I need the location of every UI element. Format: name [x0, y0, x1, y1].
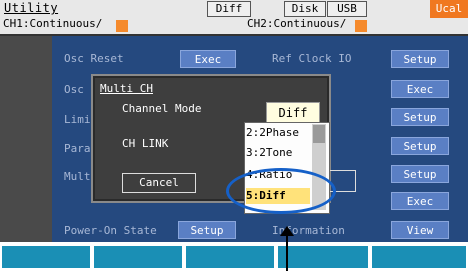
osc-label: Osc [64, 83, 84, 96]
information-view-button[interactable]: View [391, 221, 449, 239]
highlight-ellipse [226, 168, 336, 214]
tab-usb[interactable]: USB [327, 1, 367, 17]
dropdown-scroll-thumb[interactable] [313, 125, 325, 143]
osc-reset-exec-button[interactable]: Exec [180, 50, 236, 68]
option-2tone[interactable]: 3:2Tone [246, 145, 292, 161]
softkey-5[interactable] [372, 246, 466, 268]
page-title: Utility [4, 1, 59, 15]
channel-mode-label: Channel Mode [122, 102, 202, 115]
ref-clock-setup-button[interactable]: Setup [391, 50, 449, 68]
power-on-state-label: Power-On State [64, 224, 157, 237]
dialog-title: Multi CH [100, 82, 153, 95]
exec-button-2[interactable]: Exec [391, 80, 449, 98]
param-label: Para [64, 142, 91, 155]
multi-label: Mult [64, 170, 91, 183]
ch1-output-icon [116, 20, 128, 32]
osc-reset-label: Osc Reset [64, 52, 124, 65]
left-panel [0, 36, 52, 242]
power-on-setup-button[interactable]: Setup [178, 221, 236, 239]
limit-label: Limi [64, 113, 91, 126]
callout-arrow-icon [280, 226, 294, 271]
softkey-3[interactable] [186, 246, 274, 268]
softkey-1[interactable] [2, 246, 90, 268]
option-2phase[interactable]: 2:2Phase [246, 125, 299, 141]
softkey-2[interactable] [94, 246, 182, 268]
tab-diff[interactable]: Diff [207, 1, 251, 17]
cancel-button[interactable]: Cancel [122, 173, 196, 193]
ch-link-label: CH LINK [122, 137, 169, 150]
setup-button-5[interactable]: Setup [391, 165, 449, 183]
ch2-status: CH2:Continuous/ [247, 17, 347, 30]
ch1-status: CH1:Continuous/ [3, 17, 103, 30]
tab-disk[interactable]: Disk [284, 1, 326, 17]
ref-clock-label: Ref Clock IO [272, 52, 352, 65]
setup-button-3[interactable]: Setup [391, 108, 449, 126]
channel-mode-field[interactable]: Diff [266, 102, 320, 124]
setup-button-4[interactable]: Setup [391, 137, 449, 155]
ucal-badge: Ucal [430, 0, 468, 18]
ch2-output-icon [355, 20, 367, 32]
device-screen: Utility Diff Disk USB Ucal CH1:Continuou… [0, 0, 468, 242]
exec-button-6[interactable]: Exec [391, 192, 449, 210]
